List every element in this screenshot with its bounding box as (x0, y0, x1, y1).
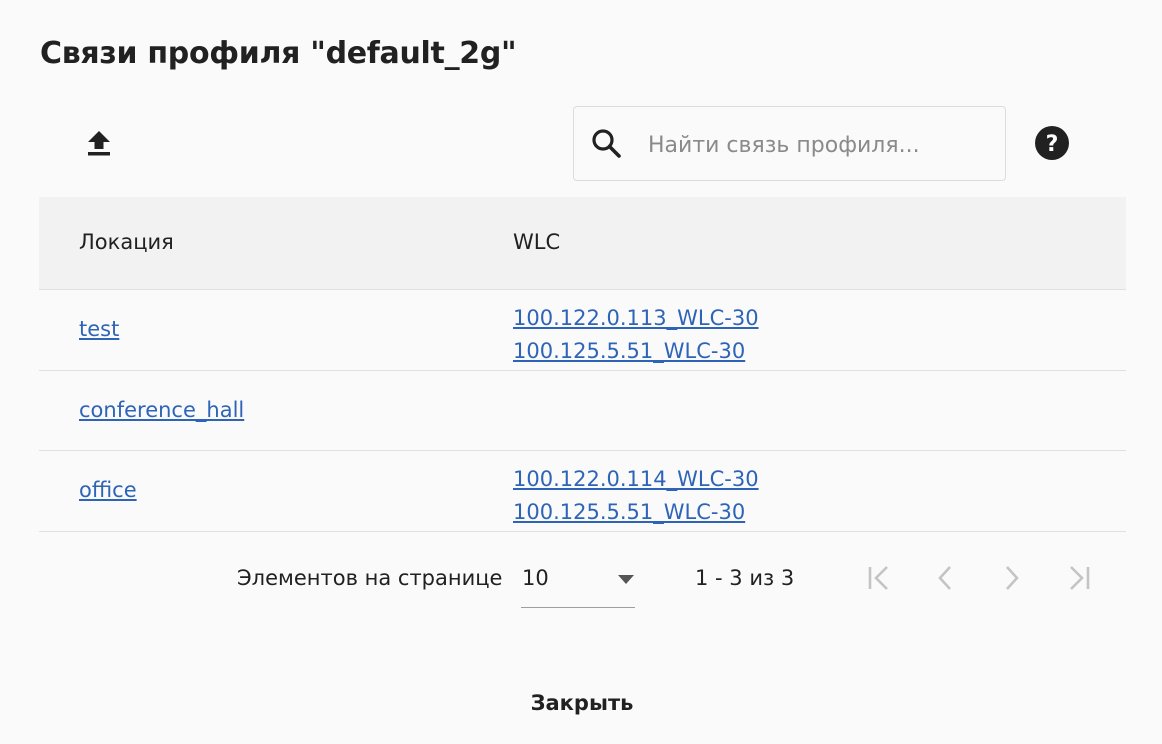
page-size-value: 10 (522, 566, 549, 590)
first-page-icon (868, 566, 888, 590)
column-header-location[interactable]: Локация (79, 230, 174, 254)
location-link[interactable]: office (79, 478, 137, 502)
wlc-link[interactable]: 100.122.0.114_WLC-30 (513, 463, 759, 496)
last-page-icon (1070, 566, 1090, 590)
close-button[interactable]: Закрыть (512, 680, 652, 726)
range-label: 1 - 3 из 3 (695, 566, 795, 590)
first-page-button[interactable] (864, 563, 894, 593)
upload-button[interactable] (78, 122, 120, 164)
previous-page-icon (938, 566, 951, 590)
location-link[interactable]: conference_hall (79, 398, 244, 422)
svg-text:?: ? (1046, 132, 1059, 157)
search-input[interactable] (646, 125, 990, 165)
page-size-select[interactable]: 10 (521, 555, 635, 608)
chevron-down-icon (618, 575, 634, 584)
search-icon (592, 129, 621, 158)
upload-icon (88, 131, 110, 156)
next-page-icon (1006, 566, 1019, 590)
help-icon[interactable]: ? (1034, 125, 1070, 161)
wlc-link[interactable]: 100.122.0.113_WLC-30 (513, 302, 759, 335)
search-field[interactable] (573, 106, 1006, 181)
wlc-cell: 100.122.0.114_WLC-30 100.125.5.51_WLC-30 (513, 463, 759, 529)
wlc-link[interactable]: 100.125.5.51_WLC-30 (513, 335, 759, 368)
table-header: Локация WLC (39, 197, 1126, 290)
profile-links-table: Локация WLC test 100.122.0.113_WLC-30 10… (39, 197, 1126, 532)
wlc-cell: 100.122.0.113_WLC-30 100.125.5.51_WLC-30 (513, 302, 759, 368)
next-page-button[interactable] (997, 563, 1027, 593)
table-row: office 100.122.0.114_WLC-30 100.125.5.51… (39, 451, 1126, 532)
wlc-link[interactable]: 100.125.5.51_WLC-30 (513, 496, 759, 529)
profile-links-dialog: Связи профиля "default_2g" ? Локация WLC… (0, 0, 1162, 744)
table-row: conference_hall (39, 371, 1126, 451)
paginator: Элементов на странице 10 1 - 3 из 3 (0, 555, 1162, 615)
items-per-page-label: Элементов на странице (237, 566, 503, 590)
column-header-wlc[interactable]: WLC (513, 230, 560, 254)
last-page-button[interactable] (1064, 563, 1094, 593)
location-link[interactable]: test (79, 317, 119, 341)
table-row: test 100.122.0.113_WLC-30 100.125.5.51_W… (39, 290, 1126, 371)
previous-page-button[interactable] (930, 563, 960, 593)
dialog-title: Связи профиля "default_2g" (40, 36, 517, 71)
